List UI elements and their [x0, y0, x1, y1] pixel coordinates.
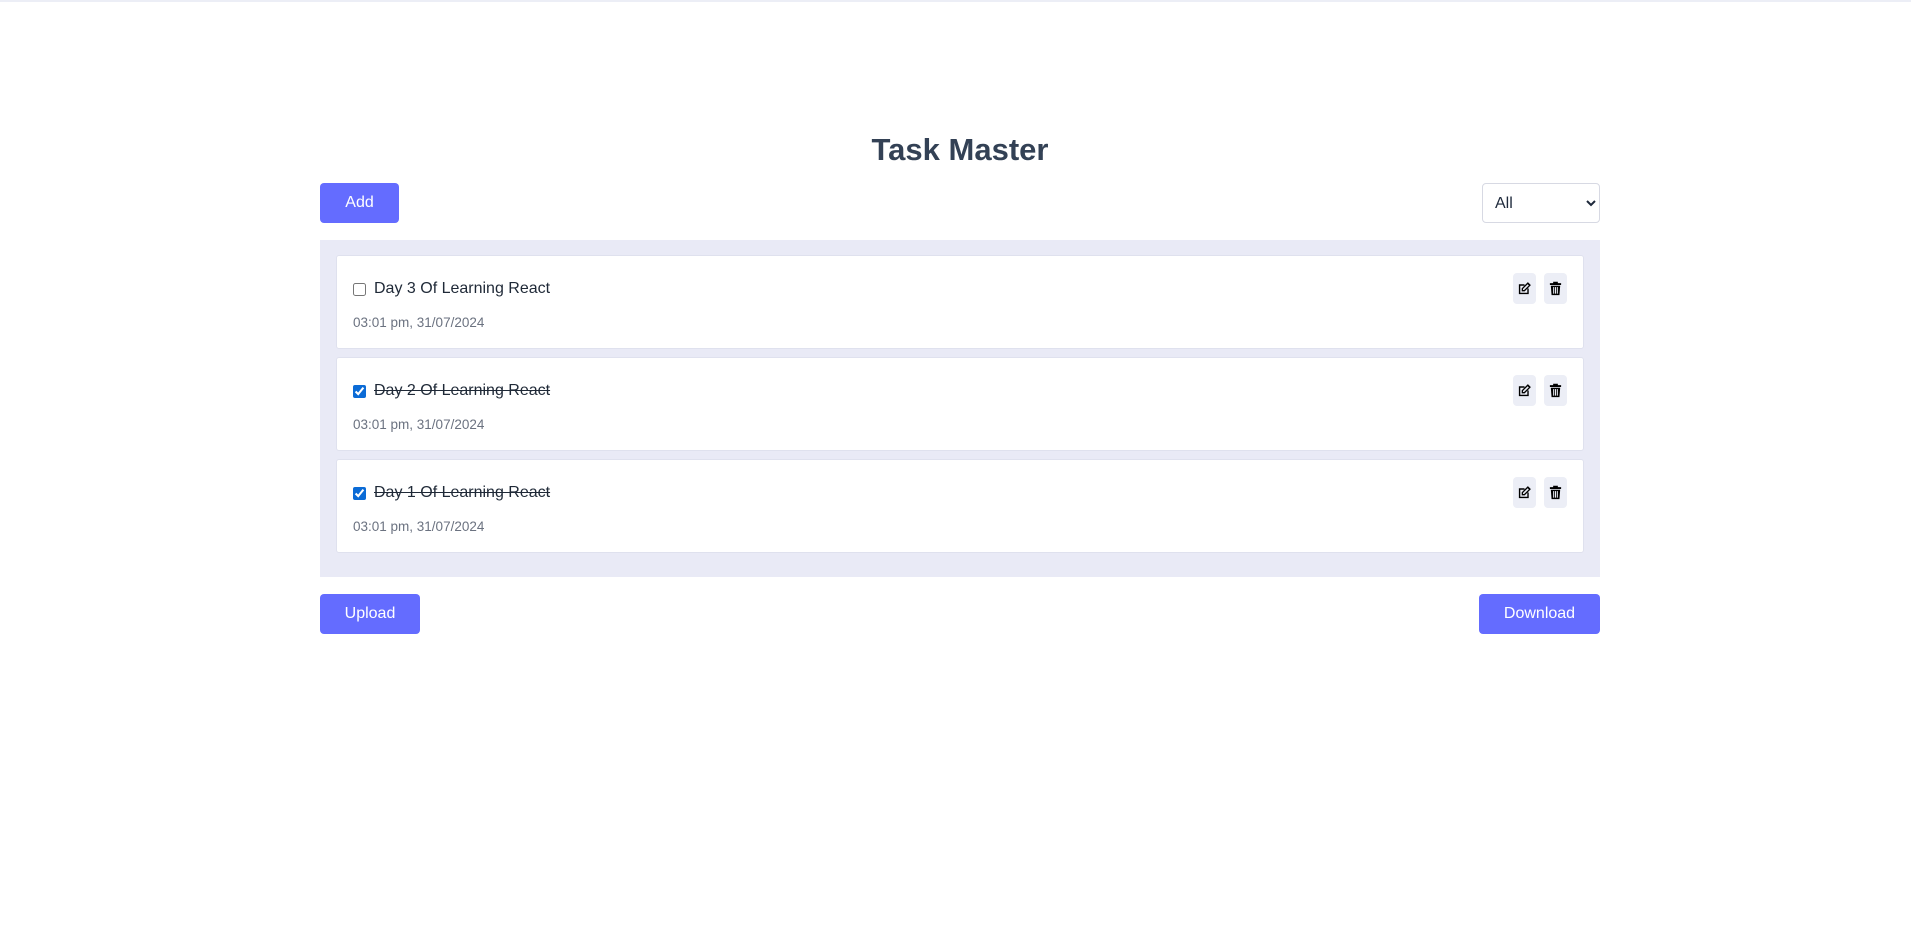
delete-task-button[interactable] [1544, 375, 1567, 406]
edit-icon [1518, 282, 1531, 295]
task-filter-select[interactable]: All [1482, 183, 1600, 223]
task-complete-checkbox[interactable] [353, 487, 366, 500]
task-item: Day 2 Of Learning React 03:01 pm, 31/07/… [336, 357, 1584, 451]
trash-icon [1549, 383, 1562, 398]
delete-task-button[interactable] [1544, 273, 1567, 304]
add-task-button[interactable]: Add Task [320, 183, 399, 251]
edit-icon [1518, 384, 1531, 397]
task-item: Day 3 Of Learning React 03:01 pm, 31/07/… [336, 255, 1584, 349]
edit-task-button[interactable] [1513, 273, 1536, 304]
edit-task-button[interactable] [1513, 375, 1536, 406]
task-item: Day 1 Of Learning React 03:01 pm, 31/07/… [336, 459, 1584, 553]
edit-task-button[interactable] [1513, 477, 1536, 508]
task-complete-checkbox[interactable] [353, 385, 366, 398]
upload-csv-button[interactable]: Upload CSV [320, 594, 420, 662]
download-csv-button[interactable]: Download CSV [1479, 594, 1600, 662]
page-title: Task Master [871, 132, 1049, 167]
edit-icon [1518, 486, 1531, 499]
trash-icon [1549, 485, 1562, 500]
top-border [0, 0, 1911, 2]
delete-task-button[interactable] [1544, 477, 1567, 508]
trash-icon [1549, 281, 1562, 296]
task-title: Day 1 Of Learning React [374, 484, 551, 501]
task-timestamp: 03:01 pm, 31/07/2024 [353, 417, 485, 432]
task-timestamp: 03:01 pm, 31/07/2024 [353, 519, 485, 534]
task-list: Day 3 Of Learning React 03:01 pm, 31/07/… [320, 240, 1600, 577]
task-timestamp: 03:01 pm, 31/07/2024 [353, 315, 485, 330]
task-title: Day 2 Of Learning React [374, 382, 551, 399]
task-title: Day 3 Of Learning React [374, 280, 551, 297]
task-complete-checkbox[interactable] [353, 283, 366, 296]
